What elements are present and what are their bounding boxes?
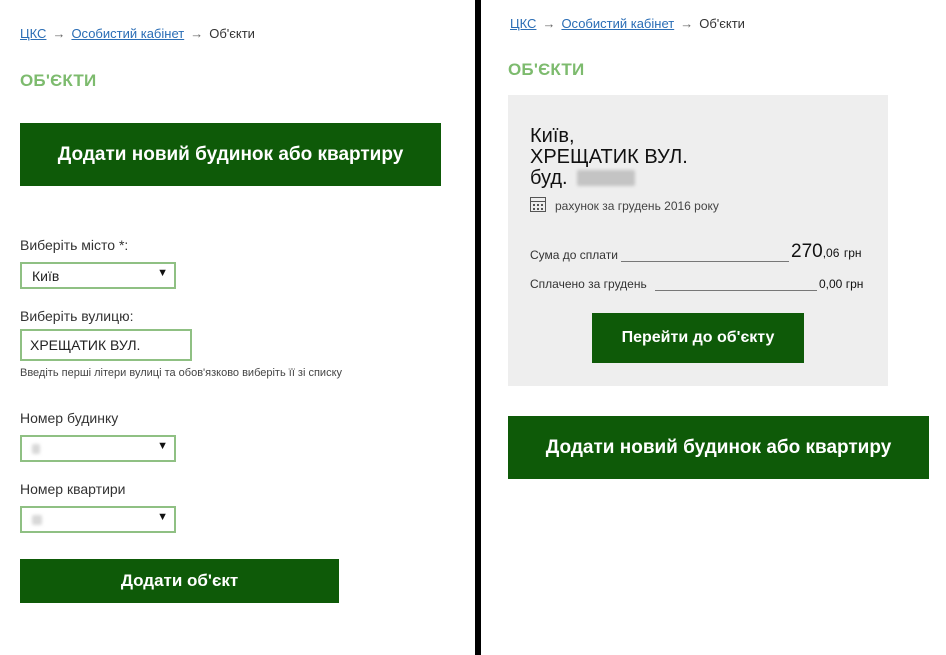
address-building-prefix: буд. bbox=[530, 167, 568, 189]
redacted-value bbox=[577, 170, 636, 186]
address-street: ХРЕЩАТИК ВУЛ. bbox=[530, 146, 688, 168]
due-amount-int: 270 bbox=[791, 241, 823, 262]
paid-value: 0,00 bbox=[819, 277, 843, 291]
breadcrumb-home-link[interactable]: ЦКС bbox=[510, 16, 536, 31]
breadcrumb: ЦКС → Особистий кабінет → Об'єкти bbox=[20, 26, 255, 41]
breadcrumb-arrow-icon: → bbox=[542, 16, 556, 31]
breadcrumb-cabinet-link[interactable]: Особистий кабінет bbox=[561, 16, 674, 31]
paid-label: Сплачено за грудень bbox=[530, 277, 647, 291]
breadcrumb-cabinet-link[interactable]: Особистий кабінет bbox=[71, 26, 184, 41]
redacted-value bbox=[32, 444, 40, 454]
house-select[interactable]: ▼ bbox=[20, 435, 176, 462]
breadcrumb-arrow-icon: → bbox=[52, 26, 66, 41]
breadcrumb: ЦКС → Особистий кабінет → Об'єкти bbox=[510, 16, 745, 31]
chevron-down-icon: ▼ bbox=[157, 440, 168, 452]
leader-line bbox=[655, 290, 817, 291]
city-select[interactable]: Київ ▼ bbox=[20, 262, 176, 289]
breadcrumb-current: Об'єкти bbox=[699, 16, 745, 31]
due-amount: 270,06 грн bbox=[791, 241, 862, 263]
breadcrumb-home-link[interactable]: ЦКС bbox=[20, 26, 46, 41]
add-object-button[interactable]: Додати об'єкт bbox=[20, 559, 339, 603]
paid-currency: грн bbox=[845, 277, 864, 291]
address-building: буд. bbox=[530, 167, 636, 189]
house-label: Номер будинку bbox=[20, 410, 119, 426]
breadcrumb-arrow-icon: → bbox=[190, 26, 204, 41]
object-card: Київ, ХРЕЩАТИК ВУЛ. буд. рахунок за груд… bbox=[508, 95, 888, 386]
address-city: Київ, bbox=[530, 125, 575, 147]
page-title: ОБ'ЄКТИ bbox=[508, 60, 585, 79]
city-label: Виберіть місто *: bbox=[20, 237, 129, 253]
chevron-down-icon: ▼ bbox=[157, 267, 168, 279]
add-building-button[interactable]: Додати новий будинок або квартиру bbox=[508, 416, 929, 479]
city-select-value: Київ bbox=[32, 268, 60, 284]
right-panel: ЦКС → Особистий кабінет → Об'єкти ОБ'ЄКТИ Ки… bbox=[481, 0, 946, 655]
flat-select[interactable]: ▼ bbox=[20, 506, 176, 533]
chevron-down-icon: ▼ bbox=[157, 511, 168, 523]
calendar-icon bbox=[530, 197, 546, 212]
go-to-object-button[interactable]: Перейти до об'єкту bbox=[592, 313, 804, 363]
paid-amount: 0,00 грн bbox=[819, 277, 863, 291]
leader-line bbox=[621, 261, 789, 262]
redacted-value bbox=[32, 515, 42, 525]
street-hint: Введіть перші літери вулиці та обов'язко… bbox=[20, 367, 343, 379]
breadcrumb-arrow-icon: → bbox=[680, 16, 694, 31]
street-input[interactable]: ХРЕЩАТИК ВУЛ. bbox=[20, 329, 192, 361]
due-currency: грн bbox=[843, 246, 862, 260]
street-input-value: ХРЕЩАТИК ВУЛ. bbox=[30, 337, 141, 353]
left-panel: ЦКС → Особистий кабінет → Об'єкти ОБ'ЄКТИ До… bbox=[0, 0, 475, 655]
page-title: ОБ'ЄКТИ bbox=[20, 71, 97, 90]
breadcrumb-current: Об'єкти bbox=[209, 26, 255, 41]
invoice-period: рахунок за грудень 2016 року bbox=[555, 199, 719, 213]
due-label: Сума до сплати bbox=[530, 248, 618, 262]
street-label: Виберіть вулицю: bbox=[20, 308, 134, 324]
add-building-button[interactable]: Додати новий будинок або квартиру bbox=[20, 123, 441, 186]
flat-label: Номер квартири bbox=[20, 481, 126, 497]
due-amount-frac: ,06 bbox=[822, 246, 840, 260]
